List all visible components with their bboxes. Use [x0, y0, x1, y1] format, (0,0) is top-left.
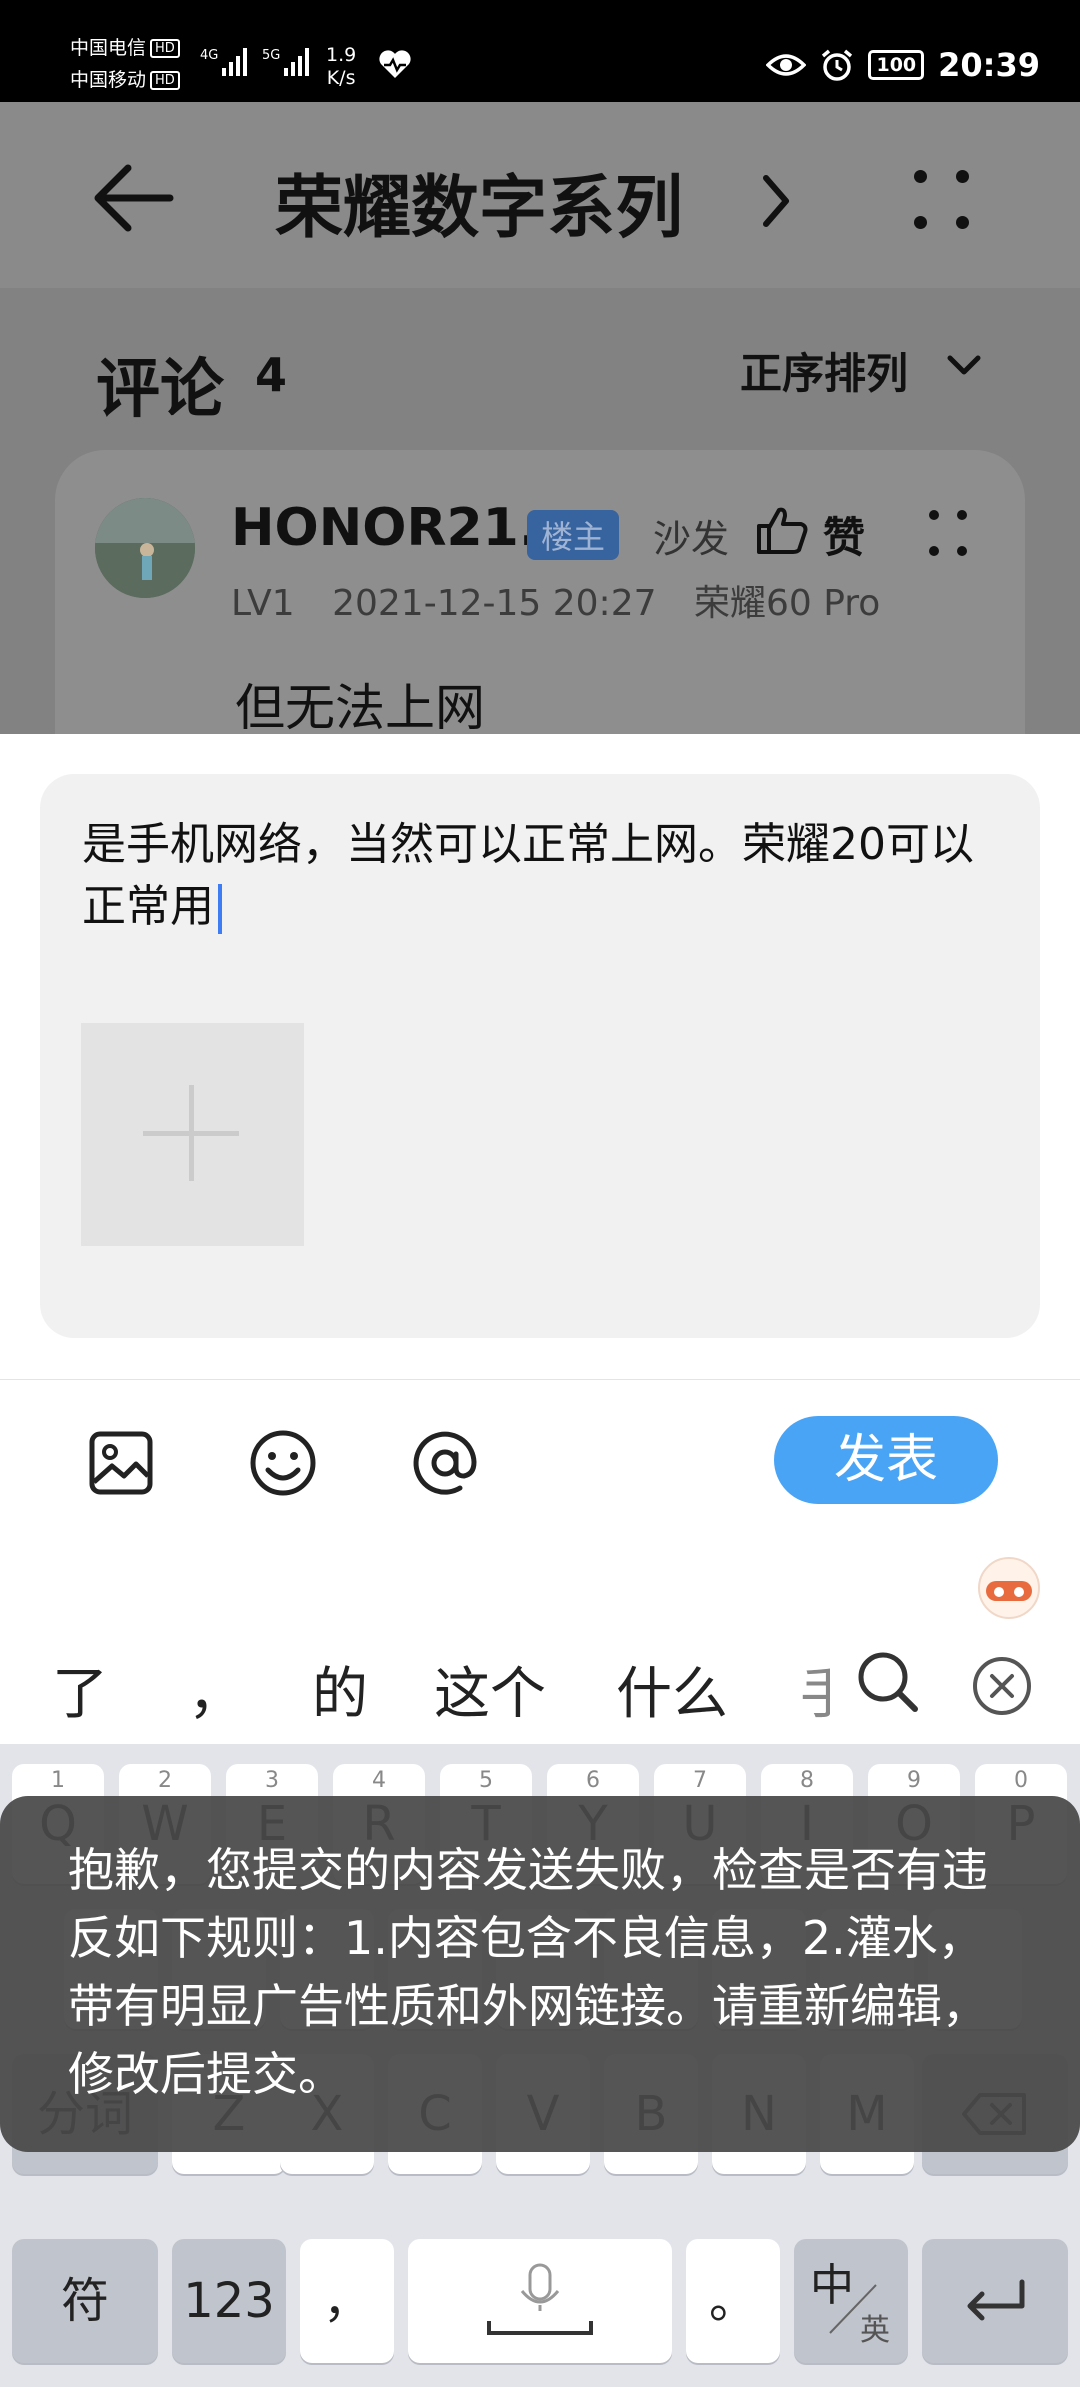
comment-card: HONOR21... 楼主 沙发 赞 LV1 2021-12-15 20:27 …: [55, 450, 1025, 734]
comment-meta: LV1 2021-12-15 20:27 荣耀60 Pro: [231, 574, 906, 626]
suggestion-item[interactable]: 这个: [434, 1649, 546, 1730]
suggestion-item[interactable]: 手: [800, 1649, 830, 1730]
add-image-button[interactable]: [81, 1023, 304, 1246]
suggestion-item[interactable]: 的: [312, 1649, 368, 1730]
sort-order-button[interactable]: 正序排列: [740, 340, 908, 401]
language-switch-key[interactable]: 中 英: [794, 2239, 908, 2363]
text-cursor: [218, 884, 222, 934]
back-arrow-icon[interactable]: [88, 162, 178, 234]
page-title[interactable]: 荣耀数字系列: [275, 152, 683, 251]
comments-label: 评论: [96, 353, 224, 427]
comment-text: 但无法上网: [235, 679, 485, 734]
comments-count: 4: [255, 348, 288, 402]
like-label[interactable]: 赞: [823, 504, 865, 565]
ime-mascot-icon[interactable]: [978, 1557, 1040, 1619]
battery-indicator: 100: [868, 50, 925, 80]
comments-section: 评论 4 正序排列 HONOR21... 楼主 沙发 赞 LV1 2021-12…: [0, 288, 1080, 734]
ime-suggestion-bar: 了 ， 的 这个 什么 手: [0, 1541, 1080, 1744]
hd-badge: HD: [150, 39, 180, 58]
alarm-icon: [822, 49, 853, 81]
more-options-icon[interactable]: [910, 164, 980, 236]
mention-at-icon[interactable]: [410, 1428, 480, 1498]
enter-key[interactable]: [922, 2239, 1068, 2363]
chevron-right-icon[interactable]: [756, 166, 796, 236]
comment-more-icon[interactable]: [927, 508, 971, 568]
period-key[interactable]: 。: [686, 2239, 780, 2363]
avatar[interactable]: [95, 498, 195, 598]
health-heart-icon: [379, 50, 411, 78]
suggestion-item[interactable]: 了: [52, 1649, 108, 1730]
network-speed: 1.9 K/s: [326, 44, 357, 89]
carrier-2: 中国移动: [70, 69, 147, 91]
status-bar: 中国电信 HD 中国移动 HD 4G 5G 1.9 K/s 100 20:39: [0, 0, 1080, 102]
chevron-down-icon[interactable]: [944, 350, 984, 380]
op-badge: 楼主: [527, 510, 620, 560]
toast-message: 抱歉，您提交的内容发送失败，检查是否有违反如下规则：1.内容包含不良信息，2.灌…: [68, 1843, 988, 2101]
error-toast: 抱歉，您提交的内容发送失败，检查是否有违反如下规则：1.内容包含不良信息，2.灌…: [0, 1796, 1080, 2152]
clock: 20:39: [938, 46, 1040, 84]
hd-badge: HD: [150, 71, 180, 90]
search-icon[interactable]: [855, 1649, 919, 1713]
app-header: 荣耀数字系列: [0, 102, 1080, 288]
space-key[interactable]: [408, 2239, 672, 2363]
compose-panel: 是手机网络，当然可以正常上网。荣耀20可以正常用: [0, 734, 1080, 1379]
suggestion-item[interactable]: 什么: [616, 1649, 728, 1730]
publish-button[interactable]: 发表: [774, 1416, 998, 1504]
carrier-1: 中国电信: [70, 37, 147, 59]
microphone-icon: [487, 2263, 593, 2335]
compose-toolbar: 发表: [0, 1379, 1080, 1543]
device-name: 荣耀60 Pro: [693, 583, 881, 624]
image-icon[interactable]: [86, 1428, 156, 1498]
close-icon[interactable]: [971, 1655, 1033, 1717]
comment-datetime: 2021-12-15 20:27: [332, 583, 657, 624]
compose-text[interactable]: 是手机网络，当然可以正常上网。荣耀20可以正常用: [82, 819, 974, 932]
eye-comfort-icon: [766, 54, 807, 76]
symbols-key[interactable]: 符: [12, 2239, 158, 2363]
enter-icon: [967, 2279, 1025, 2321]
user-level: LV1: [231, 583, 295, 624]
suggestion-item[interactable]: ，: [188, 1649, 244, 1730]
compose-input[interactable]: 是手机网络，当然可以正常上网。荣耀20可以正常用: [40, 774, 1040, 1338]
floor-label: 沙发: [653, 517, 730, 561]
emoji-icon[interactable]: [248, 1428, 318, 1498]
numbers-key[interactable]: 123: [172, 2239, 286, 2363]
comma-key[interactable]: ，: [300, 2239, 394, 2363]
thumbs-up-icon[interactable]: [755, 504, 809, 556]
